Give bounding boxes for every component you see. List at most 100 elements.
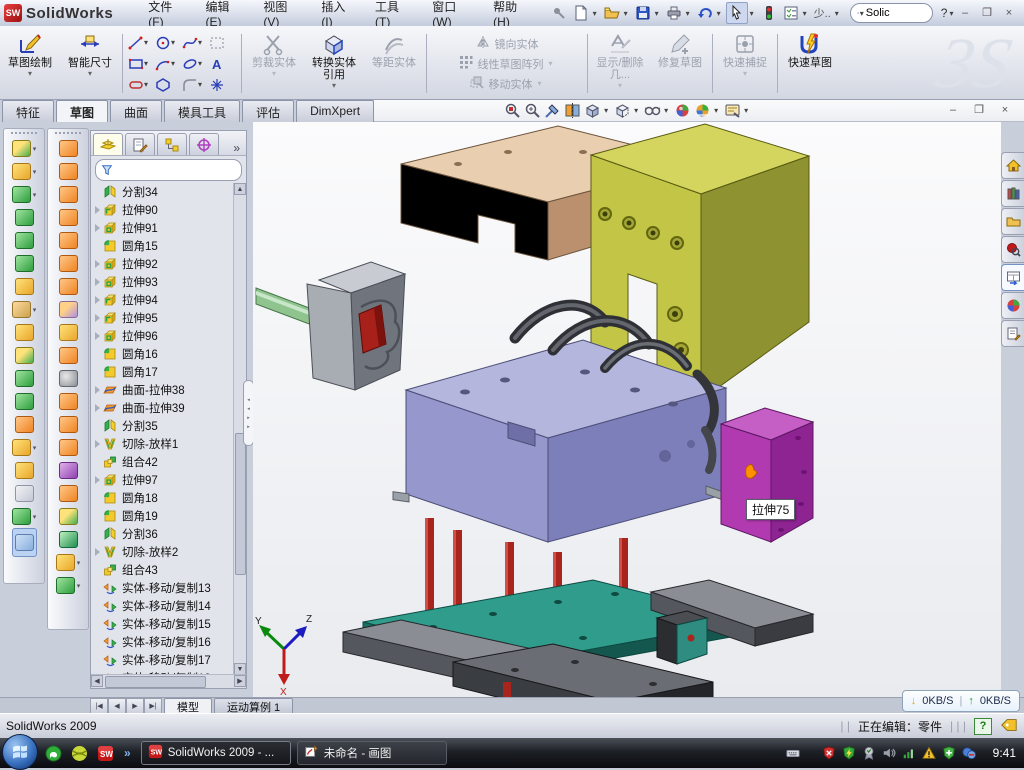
- diamond-face-icon[interactable]: [59, 252, 78, 275]
- expand-arrow-icon[interactable]: [91, 476, 103, 484]
- scrollbar-thumb[interactable]: [235, 433, 246, 575]
- task-button-0[interactable]: SWSolidWorks 2009 - ...: [141, 741, 291, 765]
- line-icon[interactable]: ▾: [128, 35, 155, 51]
- expand-arrow-icon[interactable]: [91, 386, 103, 394]
- wedge-cut-icon[interactable]: [15, 252, 34, 275]
- smart-dimension-button-arrow[interactable]: ▾: [88, 69, 92, 78]
- save-icon[interactable]: [633, 3, 653, 23]
- solidworks-icon[interactable]: SW: [96, 744, 114, 762]
- tree-item-15[interactable]: 组合42: [91, 453, 234, 471]
- edit-appearance-icon[interactable]: [674, 102, 691, 119]
- stacked-cubes-icon[interactable]: [15, 390, 34, 413]
- tab-motion-study[interactable]: 运动算例 1: [214, 698, 293, 714]
- propertymanager-tab[interactable]: [125, 133, 155, 155]
- extruded-boss-icon[interactable]: ▾: [12, 137, 37, 160]
- volume-icon[interactable]: [882, 746, 897, 761]
- tree-item-8[interactable]: 拉伸96: [91, 327, 234, 345]
- rebuild-icon[interactable]: [759, 3, 779, 23]
- doc-minimize-button[interactable]: –: [944, 103, 962, 119]
- new-doc-icon-arrow[interactable]: ▾: [593, 9, 600, 18]
- box-surface-icon[interactable]: [59, 390, 78, 413]
- save-icon-arrow[interactable]: ▾: [655, 9, 662, 18]
- file-explorer-icon[interactable]: [1001, 208, 1024, 235]
- tag-icon[interactable]: [1000, 718, 1018, 735]
- sketch-fillet-icon[interactable]: ▾: [182, 77, 209, 93]
- close-button[interactable]: ×: [1000, 5, 1018, 21]
- sketch-fillet-icon-arrow[interactable]: ▾: [198, 80, 205, 89]
- prev-tab-button[interactable]: ◀: [108, 698, 126, 714]
- task-button-1[interactable]: 未命名 - 画图: [297, 741, 447, 765]
- pattern-dots-icon[interactable]: ▾: [12, 298, 37, 321]
- tab-模具工具[interactable]: 模具工具: [164, 100, 240, 122]
- featuremanager-tab[interactable]: [93, 133, 123, 155]
- first-tab-button[interactable]: |◀: [90, 698, 108, 714]
- toolbar-overflow-label[interactable]: 少..: [812, 5, 833, 21]
- ellipse-icon[interactable]: ▾: [182, 56, 209, 72]
- marquee-icon[interactable]: [209, 35, 236, 51]
- tree-item-21[interactable]: 组合43: [91, 561, 234, 579]
- tree-item-9[interactable]: 圆角16: [91, 345, 234, 363]
- tab-DimXpert[interactable]: DimXpert: [296, 100, 374, 122]
- signal-icon[interactable]: [902, 746, 917, 761]
- help-button[interactable]: ?: [939, 6, 950, 20]
- start-button[interactable]: [2, 734, 38, 770]
- move-face-icon[interactable]: [59, 436, 78, 459]
- doc-close-button[interactable]: ×: [996, 103, 1014, 119]
- keyboard-icon[interactable]: [786, 746, 801, 761]
- select-cursor-icon-arrow[interactable]: ▾: [750, 9, 757, 18]
- apply-scene-icon[interactable]: [694, 102, 711, 119]
- hide-show-items-icon[interactable]: [644, 102, 661, 119]
- text-icon[interactable]: A: [209, 56, 236, 72]
- planar-surface-icon[interactable]: [59, 275, 78, 298]
- cavity-block-icon[interactable]: [59, 505, 78, 528]
- model-magenta-block[interactable]: [706, 408, 813, 542]
- warning-icon[interactable]: [922, 746, 937, 761]
- hole-wizard-icon-arrow[interactable]: ▾: [33, 168, 37, 176]
- minimize-button[interactable]: –: [956, 5, 974, 21]
- arc-icon-arrow[interactable]: ▾: [171, 59, 178, 68]
- view-settings-icon-arrow[interactable]: ▾: [744, 106, 751, 115]
- updater-icon[interactable]: [962, 746, 977, 761]
- tree-item-20[interactable]: 切除-放样2: [91, 543, 234, 561]
- sparkle-tool-icon[interactable]: ▾: [56, 551, 81, 574]
- delete-face-icon[interactable]: [59, 367, 78, 390]
- tree-item-22[interactable]: 实体-移动/复制13: [91, 579, 234, 597]
- pin-icon[interactable]: [549, 3, 569, 23]
- tree-item-12[interactable]: 曲面-拉伸39: [91, 399, 234, 417]
- view-orientation-icon-arrow[interactable]: ▾: [604, 106, 611, 115]
- construction-line-icon[interactable]: [15, 482, 34, 505]
- toolbar-grip[interactable]: [55, 132, 81, 134]
- rectangle-icon-arrow[interactable]: ▾: [144, 59, 151, 68]
- tree-item-3[interactable]: 圆角15: [91, 237, 234, 255]
- spline-icon-arrow[interactable]: ▾: [198, 38, 205, 47]
- toolbar-grip[interactable]: [11, 132, 37, 134]
- tree-item-0[interactable]: 分割34: [91, 183, 234, 201]
- game-ball-icon[interactable]: [70, 744, 88, 762]
- appearances-icon[interactable]: [1001, 292, 1024, 319]
- tree-horizontal-scrollbar[interactable]: ◀ ▶: [91, 674, 246, 688]
- point-icon[interactable]: [209, 77, 236, 93]
- tree-item-11[interactable]: 曲面-拉伸38: [91, 381, 234, 399]
- tree-item-23[interactable]: 实体-移动/复制14: [91, 597, 234, 615]
- tab-草图[interactable]: 草图: [56, 100, 108, 122]
- arc-icon[interactable]: ▾: [155, 56, 182, 72]
- configurationmanager-tab[interactable]: [157, 133, 187, 155]
- model-gray-clamp[interactable]: [307, 262, 405, 390]
- tab-曲面[interactable]: 曲面: [110, 100, 162, 122]
- expand-arrow-icon[interactable]: [91, 314, 103, 322]
- section-view-icon[interactable]: [564, 102, 581, 119]
- slot-icon-arrow[interactable]: ▾: [144, 80, 151, 89]
- zoom-fit-icon[interactable]: [504, 102, 521, 119]
- circle-icon-arrow[interactable]: ▾: [171, 38, 178, 47]
- last-tab-button[interactable]: ▶|: [144, 698, 162, 714]
- open-icon-arrow[interactable]: ▾: [624, 9, 631, 18]
- tree-item-19[interactable]: 分割36: [91, 525, 234, 543]
- tab-评估[interactable]: 评估: [242, 100, 294, 122]
- expand-arrow-icon[interactable]: [91, 260, 103, 268]
- toolbar-overflow-arrow[interactable]: ▾: [835, 9, 842, 18]
- ribbon-icon[interactable]: [59, 229, 78, 252]
- tree-item-17[interactable]: 圆角18: [91, 489, 234, 507]
- paired-blocks-icon[interactable]: [15, 344, 34, 367]
- tab-model[interactable]: 模型: [164, 698, 212, 714]
- tree-item-18[interactable]: 圆角19: [91, 507, 234, 525]
